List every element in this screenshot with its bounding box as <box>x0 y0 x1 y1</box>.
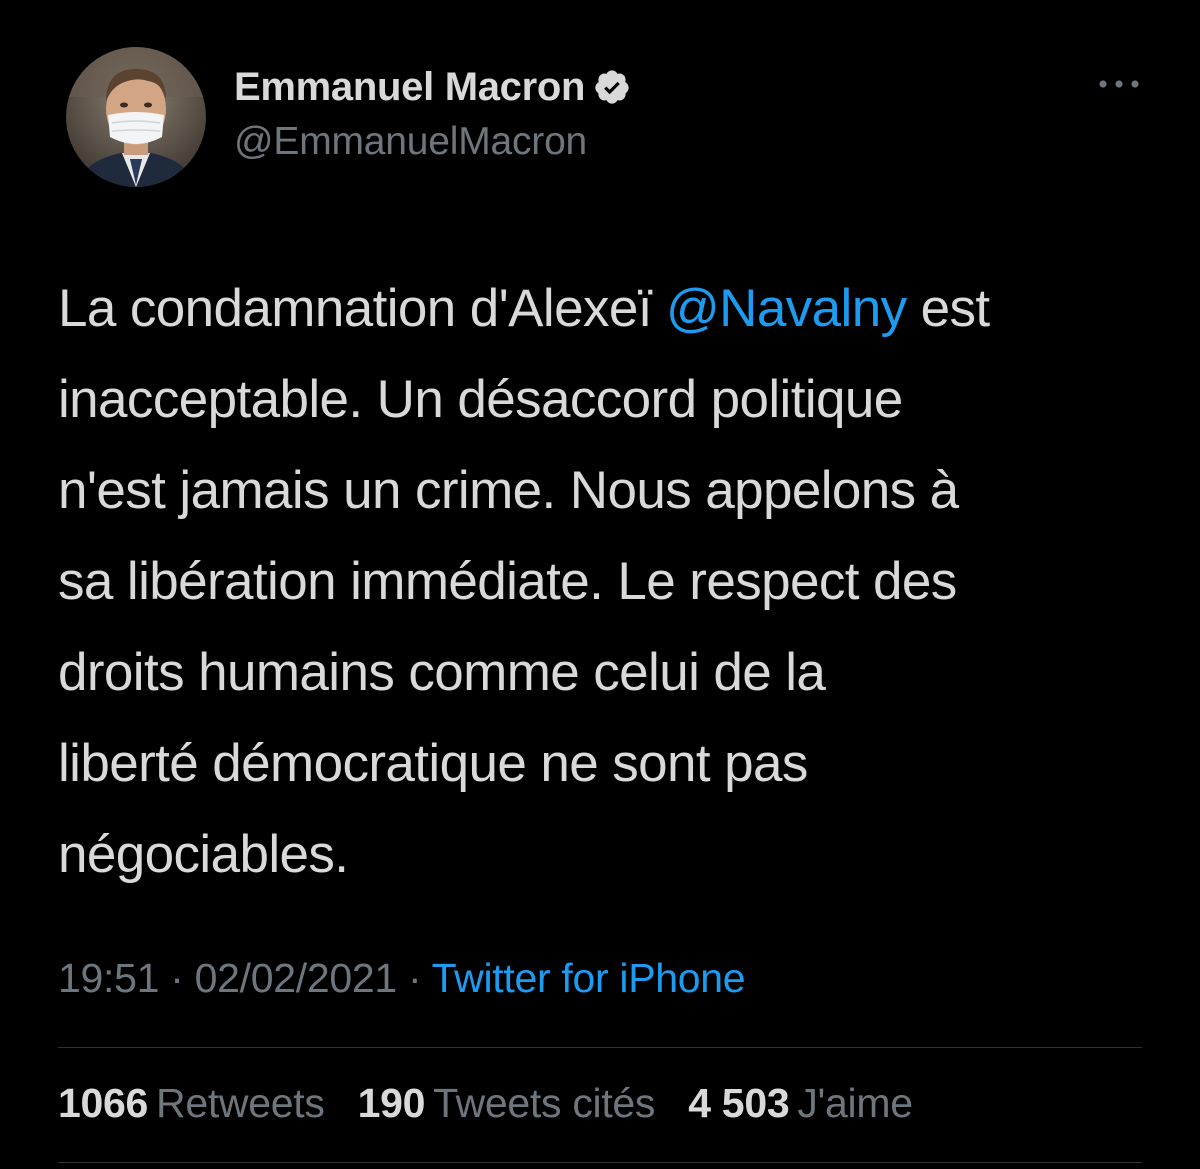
quotes-count: 190 <box>357 1080 426 1126</box>
tweet-line: La condamnation d'Alexeï @Navalny est <box>58 263 1158 354</box>
more-horizontal-icon[interactable] <box>1097 74 1141 94</box>
tweet-line: négociables. <box>58 825 349 884</box>
tweet-time[interactable]: 19:51 <box>58 955 159 1001</box>
tweet-stats: 1066 Retweets 190 Tweets cités 4 503 J'aime <box>58 1080 935 1127</box>
retweets-count: 1066 <box>58 1080 149 1126</box>
meta-separator: · <box>396 955 432 1001</box>
divider <box>58 1047 1142 1048</box>
tweet-line: droits humains comme celui de la <box>58 643 826 702</box>
author-block[interactable]: Emmanuel Macron @EmmanuelMacron <box>234 62 631 164</box>
tweet-line: sa libération immédiate. Le respect des <box>58 552 957 611</box>
name-row: Emmanuel Macron <box>234 62 631 112</box>
mention-link[interactable]: @Navalny <box>666 279 907 338</box>
avatar-photo <box>66 47 206 187</box>
tweet-meta: 19:51 · 02/02/2021 · Twitter for iPhone <box>58 955 746 1002</box>
likes-stat[interactable]: 4 503 J'aime <box>688 1080 913 1126</box>
tweet-line: inacceptable. Un désaccord politique <box>58 370 903 429</box>
likes-count: 4 503 <box>688 1080 790 1126</box>
tweet-text: La condamnation d'Alexeï @Navalny est in… <box>58 263 1158 900</box>
quotes-stat[interactable]: 190 Tweets cités <box>358 1080 656 1126</box>
tweet-text-segment: est <box>906 279 991 338</box>
tweet-detail: Emmanuel Macron @EmmanuelMacron La conda… <box>0 0 1200 1169</box>
meta-separator: · <box>159 955 195 1001</box>
retweets-stat[interactable]: 1066 Retweets <box>58 1080 325 1126</box>
tweet-text-segment: La condamnation d'Alexeï <box>58 279 666 338</box>
retweets-label: Retweets <box>156 1080 325 1126</box>
tweet-line: n'est jamais un crime. Nous appelons à <box>58 461 959 520</box>
tweet-source-link[interactable]: Twitter for iPhone <box>432 955 746 1001</box>
display-name[interactable]: Emmanuel Macron <box>234 65 585 110</box>
avatar[interactable] <box>66 47 206 187</box>
likes-label: J'aime <box>797 1080 913 1126</box>
tweet-date[interactable]: 02/02/2021 <box>195 955 398 1001</box>
divider <box>58 1162 1142 1163</box>
handle[interactable]: @EmmanuelMacron <box>234 120 631 164</box>
verified-badge-icon <box>593 68 631 106</box>
tweet-line: liberté démocratique ne sont pas <box>58 734 808 793</box>
quotes-label: Tweets cités <box>433 1080 656 1126</box>
